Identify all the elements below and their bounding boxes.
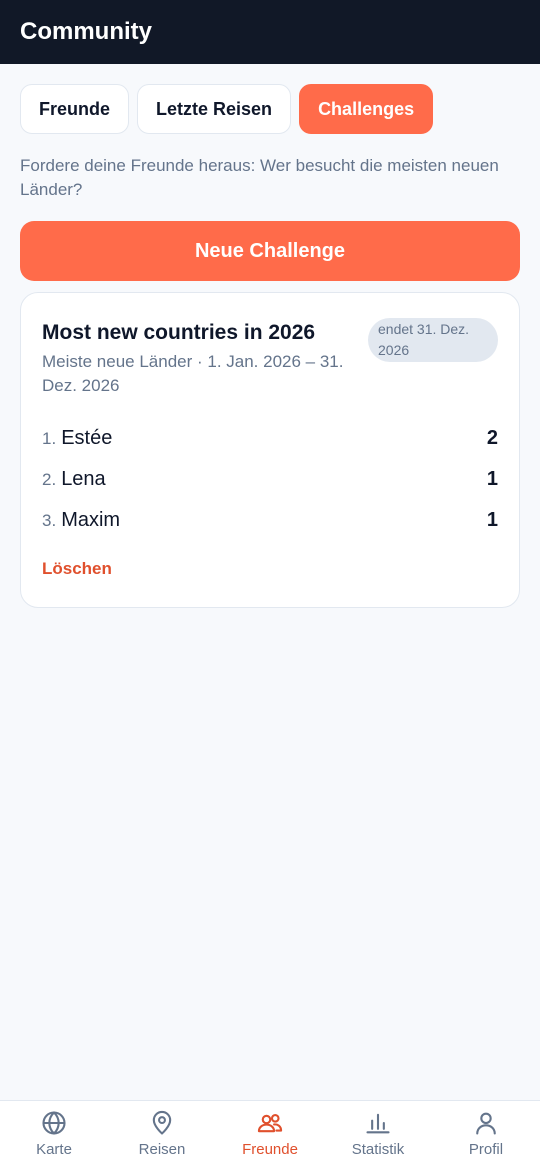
rank-number: 1. — [42, 429, 57, 448]
ranking-row: 3. Maxim 1 — [42, 500, 498, 541]
nav-item-karte[interactable]: Karte — [0, 1101, 108, 1170]
challenge-title: Most new countries in 2026 — [42, 321, 316, 344]
bottom-navigation: Karte Reisen Freunde Statistik Profil — [0, 1100, 540, 1170]
user-icon — [476, 1112, 496, 1135]
participant-score: 1 — [486, 468, 498, 490]
nav-label: Profil — [468, 1141, 504, 1158]
nav-label: Karte — [36, 1141, 72, 1158]
end-date-badge: endet 31. Dez. 2026 — [368, 318, 498, 362]
participant-score: 2 — [486, 427, 498, 449]
nav-item-statistik[interactable]: Statistik — [324, 1101, 432, 1170]
participant-name: Lena — [61, 468, 106, 490]
nav-item-freunde[interactable]: Freunde — [216, 1101, 324, 1170]
users-icon — [257, 1114, 283, 1133]
nav-label: Statistik — [351, 1141, 405, 1158]
challenge-subtitle: Meiste neue Länder · 1. Jan. 2026 – 31. … — [42, 352, 344, 395]
delete-challenge-button[interactable]: Löschen — [42, 559, 498, 579]
globe-icon — [42, 1111, 66, 1135]
nav-item-reisen[interactable]: Reisen — [108, 1101, 216, 1170]
bar-chart-icon — [366, 1113, 390, 1134]
ranking-list: 1. Estée 2 2. Lena 1 3. Maxim 1 — [42, 418, 498, 541]
tab-challenges[interactable]: Challenges — [299, 84, 434, 134]
tab-freunde[interactable]: Freunde — [20, 84, 130, 134]
page-title: Community — [20, 18, 152, 45]
rank-number: 3. — [42, 511, 57, 530]
map-pin-icon — [152, 1110, 172, 1135]
nav-label: Reisen — [138, 1141, 186, 1158]
ranking-row: 2. Lena 1 — [42, 459, 498, 500]
participant-name: Estée — [61, 427, 113, 449]
tab-letzte-reisen[interactable]: Letzte Reisen — [137, 84, 292, 134]
new-challenge-button[interactable]: Neue Challenge — [20, 221, 520, 281]
segment-tabs: Freunde Letzte Reisen Challenges — [0, 64, 540, 134]
nav-label: Freunde — [242, 1141, 298, 1158]
participant-score: 1 — [486, 509, 498, 531]
rank-number: 2. — [42, 470, 57, 489]
intro-text: Fordere deine Freunde heraus: Wer besuch… — [20, 156, 499, 199]
participant-name: Maxim — [61, 509, 121, 531]
ranking-row: 1. Estée 2 — [42, 418, 498, 459]
nav-item-profil[interactable]: Profil — [432, 1101, 540, 1170]
challenge-card: Most new countries in 2026 Meiste neue L… — [20, 292, 520, 608]
app-header: Community — [0, 0, 540, 64]
